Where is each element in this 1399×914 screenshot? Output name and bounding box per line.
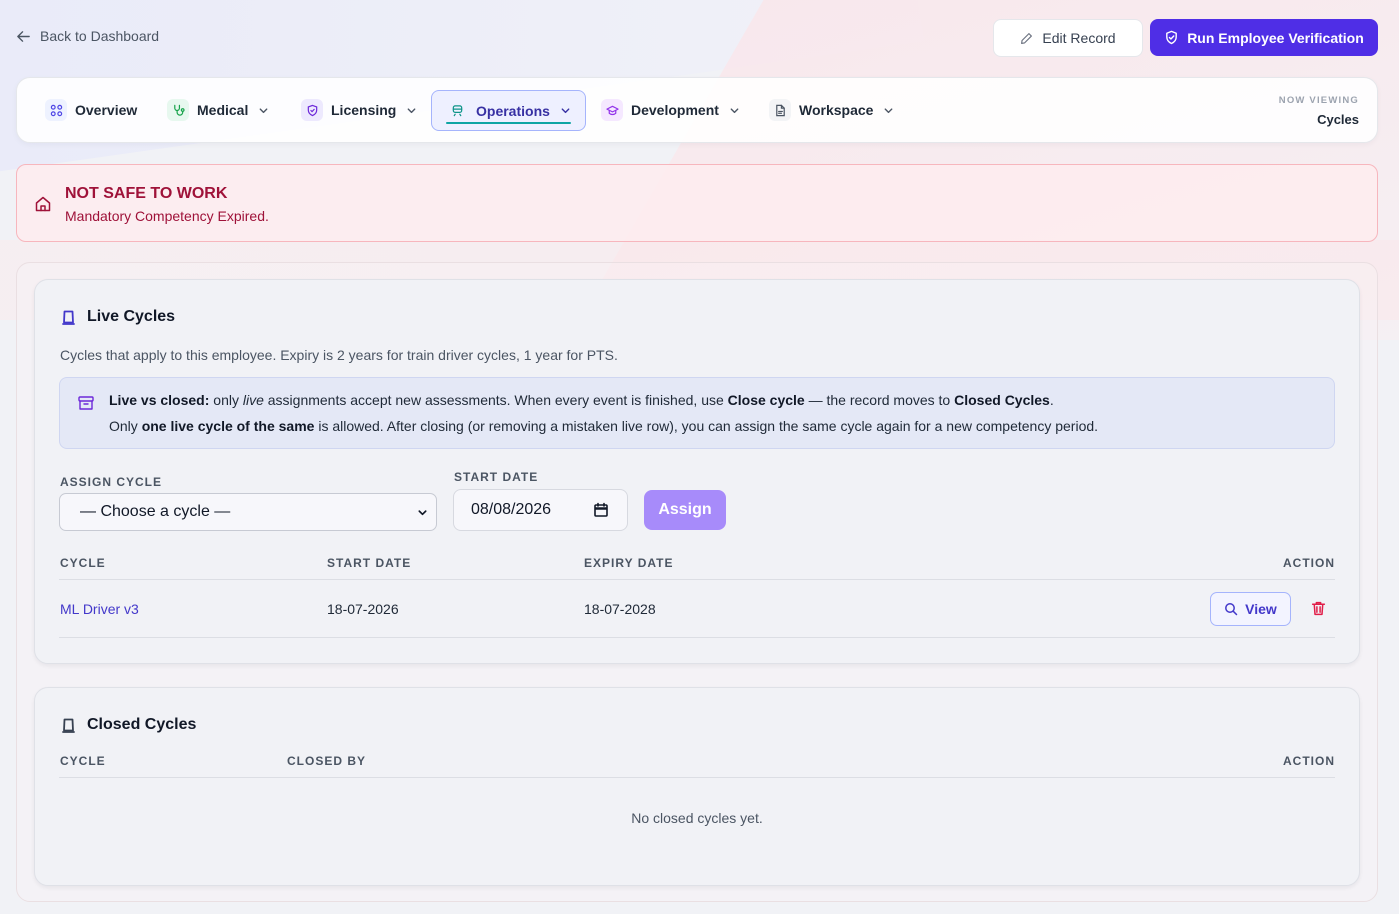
live-cycles-header: Live Cycles xyxy=(60,308,175,326)
stethoscope-icon xyxy=(167,99,189,121)
nav-workspace-label: Workspace xyxy=(799,102,874,118)
cycle-select[interactable]: — Choose a cycle — xyxy=(59,493,437,531)
cycle-link[interactable]: ML Driver v3 xyxy=(60,601,139,617)
active-tab-underline xyxy=(446,122,571,124)
shield-check-icon xyxy=(1166,30,1178,45)
alert-title: NOT SAFE TO WORK xyxy=(65,185,228,202)
pencil-icon xyxy=(1021,32,1033,44)
nav-development[interactable]: Development xyxy=(593,93,748,127)
shield-icon xyxy=(301,99,323,121)
nav-licensing[interactable]: Licensing xyxy=(293,93,425,127)
chevron-down-icon xyxy=(259,107,268,113)
closed-empty-state: No closed cycles yet. xyxy=(631,810,763,826)
arrow-left-icon xyxy=(17,30,30,42)
live-cycles-title: Live Cycles xyxy=(87,308,176,325)
assign-cycle-label: ASSIGN CYCLE xyxy=(60,475,163,489)
chevron-down-icon xyxy=(418,510,427,516)
closed-cycles-card: Closed Cycles CYCLE CLOSED BY ACTION No … xyxy=(34,687,1360,886)
top-bar: Back to Dashboard Edit Record Run Employ… xyxy=(16,19,1378,57)
trash-icon[interactable] xyxy=(1310,600,1327,617)
info-line-1: Live vs closed: only live assignments ac… xyxy=(109,392,1054,408)
now-viewing-label: NOW VIEWING xyxy=(1278,95,1359,106)
closed-col-closed-by: CLOSED BY xyxy=(287,754,367,768)
alert-message: Mandatory Competency Expired. xyxy=(65,208,269,224)
edit-record-button[interactable]: Edit Record xyxy=(993,19,1143,57)
col-start-date: START DATE xyxy=(327,556,412,570)
safety-alert: NOT SAFE TO WORK Mandatory Competency Ex… xyxy=(16,164,1378,242)
nav-medical-label: Medical xyxy=(197,102,249,118)
section-nav: Overview Medical Licensing Operations De… xyxy=(16,77,1378,143)
nav-operations[interactable]: Operations xyxy=(431,90,586,131)
chevron-down-icon xyxy=(730,107,739,113)
view-button[interactable]: View xyxy=(1210,592,1291,626)
nav-licensing-label: Licensing xyxy=(331,102,397,118)
closed-col-cycle: CYCLE xyxy=(60,754,106,768)
live-cycles-description: Cycles that apply to this employee. Expi… xyxy=(60,347,618,363)
chevron-down-icon xyxy=(561,108,570,114)
run-verification-label: Run Employee Verification xyxy=(1187,29,1364,46)
col-cycle: CYCLE xyxy=(60,556,106,570)
start-date-value: 08/08/2026 xyxy=(471,501,552,518)
nav-workspace[interactable]: Workspace xyxy=(761,93,902,127)
nav-operations-label: Operations xyxy=(476,102,550,119)
back-link-label: Back to Dashboard xyxy=(40,28,160,44)
col-action: ACTION xyxy=(1283,556,1335,570)
search-icon xyxy=(1225,603,1238,616)
view-button-label: View xyxy=(1245,601,1277,617)
info-line-2: Only one live cycle of the same is allow… xyxy=(109,418,1099,434)
cycles-panel: Live Cycles Cycles that apply to this em… xyxy=(16,262,1378,902)
live-vs-closed-info: Live vs closed: only live assignments ac… xyxy=(59,377,1335,449)
calendar-icon[interactable] xyxy=(593,502,609,518)
nav-overview[interactable]: Overview xyxy=(37,93,145,127)
closed-cycles-header: Closed Cycles xyxy=(60,716,196,734)
table-header-divider xyxy=(59,579,1335,580)
expiry-date-cell: 18-07-2028 xyxy=(584,601,656,617)
back-to-dashboard-link[interactable]: Back to Dashboard xyxy=(16,28,159,44)
now-viewing: NOW VIEWING Cycles xyxy=(1279,95,1359,127)
nav-medical[interactable]: Medical xyxy=(159,93,277,127)
closed-cycles-title: Closed Cycles xyxy=(87,716,197,733)
start-date-cell: 18-07-2026 xyxy=(327,601,399,617)
home-icon xyxy=(35,196,51,212)
train-icon xyxy=(62,718,75,733)
assign-button[interactable]: Assign xyxy=(644,490,726,530)
start-date-input[interactable]: 08/08/2026 xyxy=(453,489,628,531)
chevron-down-icon xyxy=(407,107,416,113)
run-employee-verification-button[interactable]: Run Employee Verification xyxy=(1150,19,1378,56)
table-row-divider xyxy=(59,637,1335,638)
closed-table-divider xyxy=(59,777,1335,778)
archive-icon xyxy=(78,396,94,410)
graduation-cap-icon xyxy=(601,99,623,121)
train-icon xyxy=(62,310,75,325)
closed-col-action: ACTION xyxy=(1283,754,1335,768)
cycle-select-value: — Choose a cycle — xyxy=(80,503,231,520)
edit-record-label: Edit Record xyxy=(1042,30,1116,46)
chevron-down-icon xyxy=(885,107,893,113)
nav-development-label: Development xyxy=(631,102,719,118)
nav-overview-label: Overview xyxy=(75,102,138,118)
live-cycles-card: Live Cycles Cycles that apply to this em… xyxy=(34,279,1360,664)
document-icon xyxy=(769,99,791,121)
start-date-label: START DATE xyxy=(454,470,539,484)
now-viewing-value: Cycles xyxy=(1317,112,1359,127)
grid-icon xyxy=(45,99,67,121)
train-icon xyxy=(446,100,468,122)
col-expiry-date: EXPIRY DATE xyxy=(584,556,674,570)
